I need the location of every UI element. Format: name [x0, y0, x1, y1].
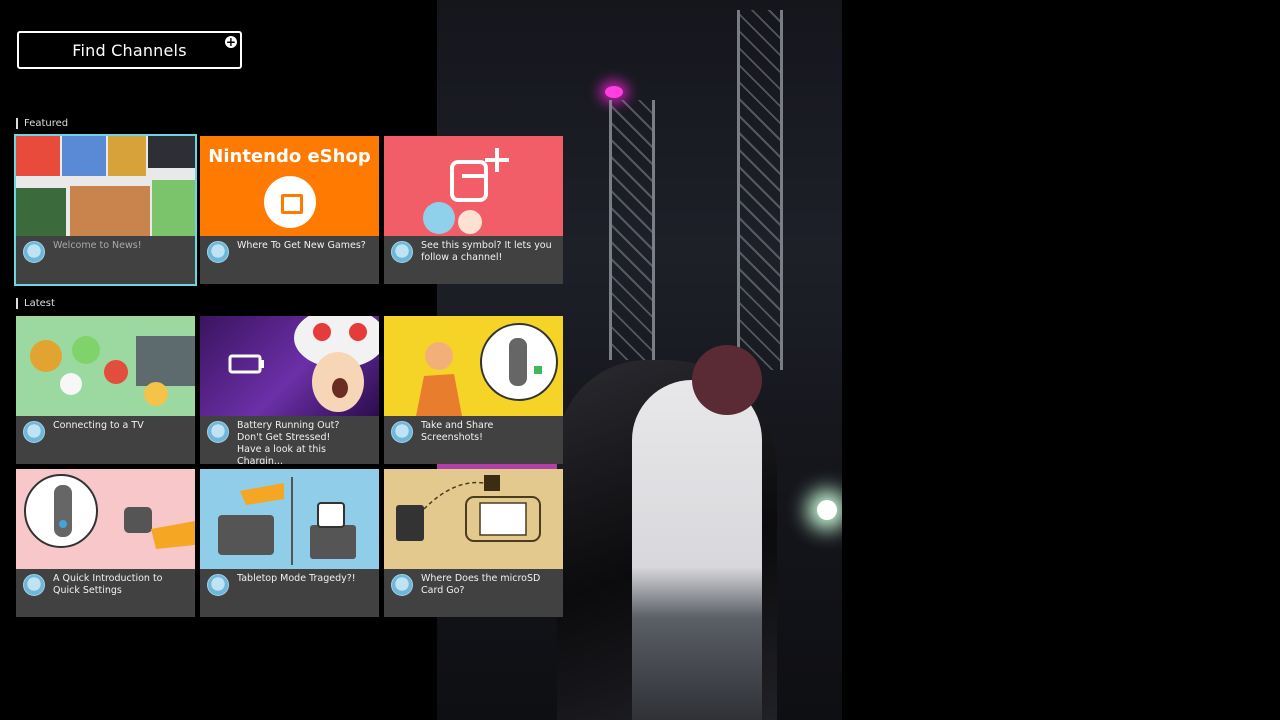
channel-avatar [23, 241, 45, 263]
news-card-quick-settings[interactable]: A Quick Introduction to Quick Settings [16, 469, 195, 617]
news-card-eshop[interactable]: Nintendo eShop Where To Get New Games? [200, 136, 379, 284]
card-title: Connecting to a TV [53, 420, 144, 431]
news-card-connect-tv[interactable]: Connecting to a TV [16, 316, 195, 464]
news-thumbnail [16, 136, 195, 236]
shopping-bag-icon [264, 176, 316, 228]
news-card-tabletop[interactable]: Tabletop Mode Tragedy?! [200, 469, 379, 617]
channel-avatar [391, 421, 413, 443]
news-card-welcome[interactable]: Welcome to News! [14, 134, 197, 286]
latest-grid: Connecting to a TV Battery Running Out? … [16, 316, 563, 617]
card-title: Battery Running Out? Don't Get Stressed!… [237, 420, 340, 464]
find-channels-button[interactable]: Find Channels + [17, 31, 242, 69]
news-card-screenshots[interactable]: Take and Share Screenshots! [384, 316, 563, 464]
latest-section-label: Latest [16, 298, 55, 309]
card-title: A Quick Introduction to Quick Settings [53, 573, 163, 596]
channel-avatar [207, 574, 229, 596]
battery-toad-illustration [228, 316, 379, 412]
follow-symbol-illustration [423, 148, 509, 234]
card-title: Welcome to News! [53, 240, 142, 251]
battery-thumbnail [200, 316, 379, 416]
find-channels-label: Find Channels [72, 40, 187, 60]
news-card-battery[interactable]: Battery Running Out? Don't Get Stressed!… [200, 316, 379, 464]
tv-thumbnail [16, 316, 195, 416]
news-card-microsd[interactable]: Where Does the microSD Card Go? [384, 469, 563, 617]
eshop-brand-text: Nintendo eShop [208, 146, 371, 167]
quick-settings-thumbnail [16, 469, 195, 569]
channel-avatar [23, 421, 45, 443]
featured-grid: Welcome to News! Nintendo eShop Where To… [14, 134, 563, 286]
screenshots-thumbnail [384, 316, 563, 416]
featured-section-label: Featured [16, 118, 68, 129]
tabletop-illustration [218, 477, 356, 565]
tabletop-thumbnail [200, 469, 379, 569]
plus-circle-icon: + [225, 35, 237, 49]
channel-avatar [207, 241, 229, 263]
card-title: See this symbol? It lets you follow a ch… [421, 240, 552, 263]
quick-settings-illustration [24, 474, 195, 549]
card-title: Tabletop Mode Tragedy?! [237, 573, 356, 584]
card-title: Take and Share Screenshots! [421, 420, 494, 443]
card-title: Where Does the microSD Card Go? [421, 573, 541, 596]
channel-avatar [391, 574, 413, 596]
news-card-follow[interactable]: See this symbol? It lets you follow a ch… [384, 136, 563, 284]
screenshot-button-illustration [416, 323, 558, 416]
microsd-map-illustration [396, 475, 541, 542]
microsd-thumbnail [384, 469, 563, 569]
follow-symbol-thumbnail [384, 136, 563, 236]
card-title: Where To Get New Games? [237, 240, 366, 251]
channel-avatar [207, 421, 229, 443]
channel-avatar [23, 574, 45, 596]
characters-illustration [30, 336, 195, 406]
channel-avatar [391, 241, 413, 263]
eshop-thumbnail: Nintendo eShop [200, 136, 379, 236]
